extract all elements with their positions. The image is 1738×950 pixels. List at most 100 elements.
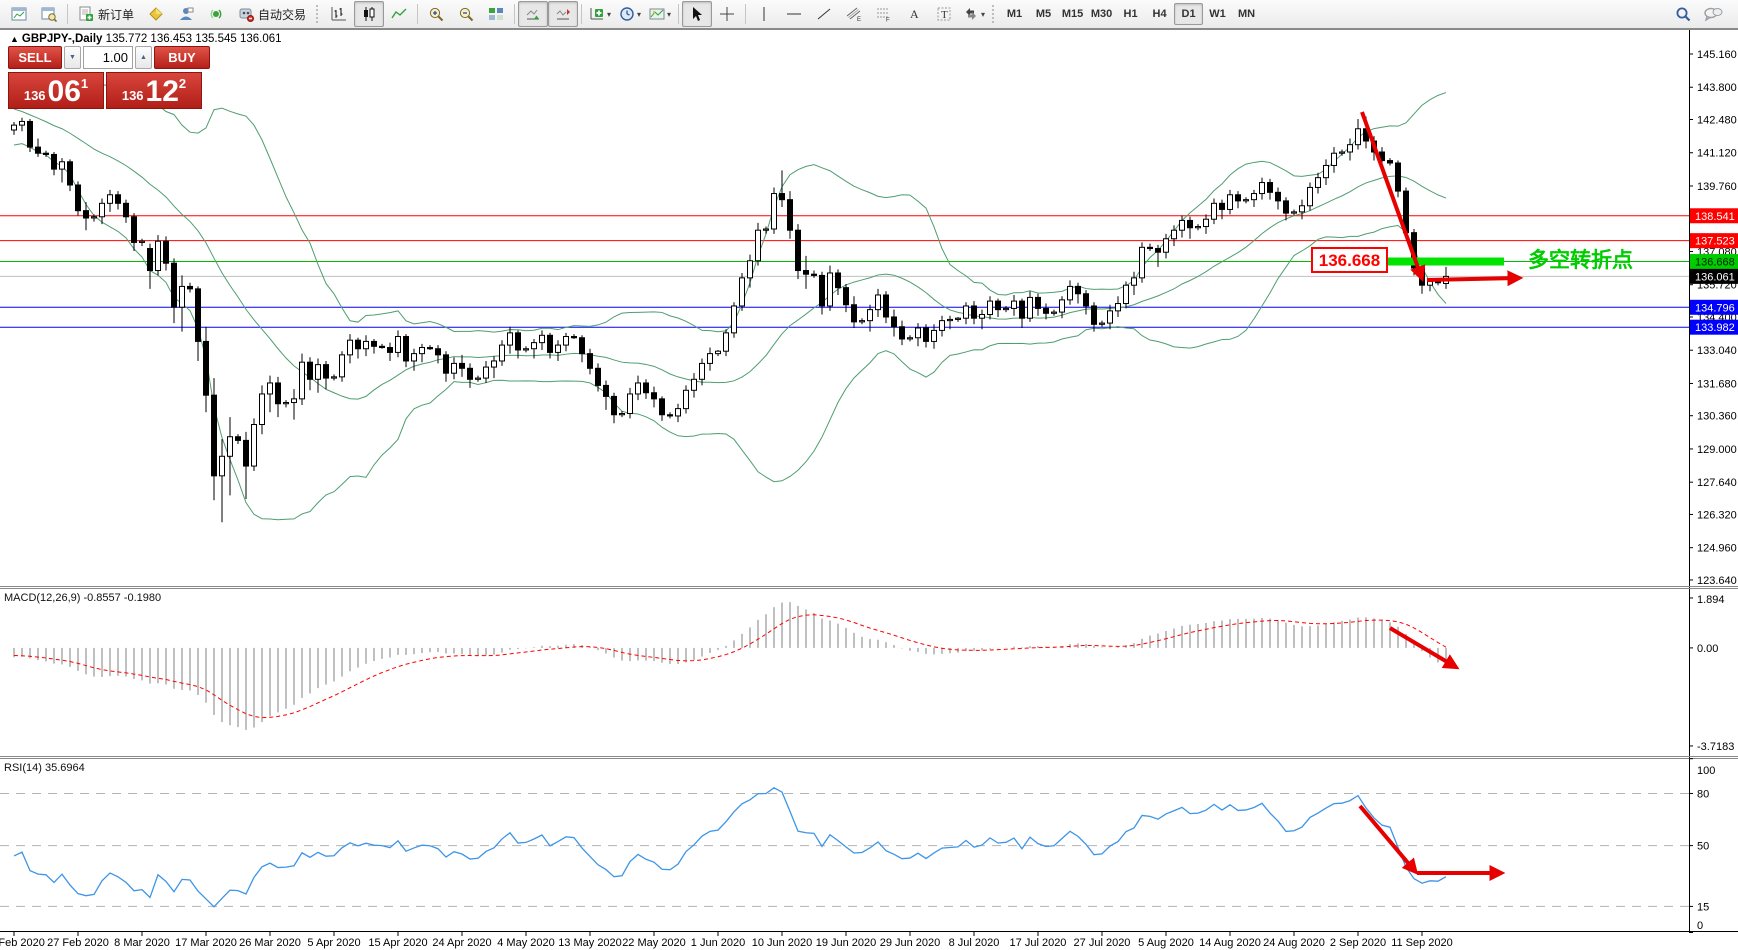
zoom-in-button[interactable] [421,1,451,27]
date-tick-label: 5 Apr 2020 [307,937,360,949]
auto-trading-button[interactable]: 自动交易 [231,1,313,27]
volume-increase-button[interactable]: ▲ [135,46,152,69]
equidistant-channel-tool-button[interactable]: E [839,1,869,27]
price-tick-label: 124.960 [1697,543,1737,555]
price-tick-label: 133.040 [1697,345,1737,357]
auto-trading-icon [239,8,255,22]
symbol-name: GBPJPY-,Daily [21,33,103,45]
vertical-line-tool-button[interactable] [749,1,779,27]
timeframe-mn-button[interactable]: MN [1232,3,1261,25]
candlestick-chart-button[interactable] [354,1,385,27]
svg-text:F: F [886,18,890,23]
crosshair-tool-button[interactable] [712,1,742,27]
horizontal-line-icon [787,13,802,15]
price-tick-label: 139.760 [1697,181,1737,193]
date-tick-label: 17 Jul 2020 [1010,937,1067,949]
trade-terminal-button[interactable] [171,1,201,27]
signals-button[interactable] [201,1,231,27]
community-chat-button[interactable] [1698,1,1728,27]
rsi-down-arrow[interactable] [1358,804,1419,875]
green-support-bar[interactable] [1388,257,1504,266]
arrows-tool-button[interactable]: ▾ [959,1,989,27]
new-order-button[interactable]: 新订单 [71,1,141,27]
timeframe-m15-button[interactable]: M15 [1058,3,1087,25]
auto-scroll-icon [526,9,540,20]
bollinger-middle-band [13,108,1447,400]
price-tick-label: 142.480 [1697,114,1737,126]
new-chart-window-button[interactable] [4,1,34,27]
price-callout-text: 136.668 [1319,251,1380,270]
market-depth-icon [149,7,163,21]
date-tick-label: 27 Feb 2020 [47,937,109,949]
cursor-tool-button[interactable] [682,1,713,27]
fibonacci-tool-button[interactable]: F [869,1,899,27]
crosshair-icon [720,7,735,21]
volume-decrease-button[interactable]: ▼ [64,46,81,69]
date-tick-label: 17 Mar 2020 [175,937,237,949]
buy-button[interactable]: BUY [154,46,210,69]
profiles-icon [41,7,57,22]
price-tag-label: 136.061 [1695,271,1735,283]
sell-price-display[interactable]: 136 06 1 [8,72,104,109]
market-depth-button[interactable] [141,1,171,27]
timeframe-m1-button[interactable]: M1 [1000,3,1029,25]
volume-input[interactable] [83,46,133,69]
chart-canvas[interactable]: 145.160143.800142.480141.120139.760138.4… [0,0,1738,950]
timeframe-m5-button[interactable]: M5 [1029,3,1058,25]
timeframe-w1-button[interactable]: W1 [1203,3,1232,25]
buy-price-display[interactable]: 136 12 2 [106,72,202,109]
date-tick-label: 18 Feb 2020 [0,937,45,949]
horizontal-line-tool-button[interactable] [779,1,809,27]
timeframe-m30-button[interactable]: M30 [1087,3,1116,25]
profiles-button[interactable] [34,1,64,27]
toolbar-gripper [316,5,321,23]
timeframe-d1-button[interactable]: D1 [1174,3,1204,25]
sell-price-prefix: 136 [23,88,46,103]
collapse-arrow-icon[interactable]: ▲ [10,34,19,44]
rsi-axis-label: 50 [1697,841,1709,853]
trendline-tool-button[interactable] [809,1,839,27]
price-tick-label: 127.640 [1697,477,1737,489]
macd-signal-line [13,614,1447,719]
bar-chart-button[interactable] [324,1,354,27]
svg-text:T: T [941,9,948,21]
line-chart-button[interactable] [384,1,414,27]
text-tool-button[interactable]: A [899,1,929,27]
templates-button[interactable]: ▾ [645,1,675,27]
search-button[interactable] [1668,1,1698,27]
date-tick-label: 29 Jun 2020 [880,937,941,949]
text-label-tool-button[interactable]: T [929,1,959,27]
channel-icon: E [846,7,861,22]
dropdown-caret: ▾ [981,9,986,19]
timeframe-h1-button[interactable]: H1 [1116,3,1145,25]
sell-button[interactable]: SELL [8,46,62,69]
price-tick-label: 126.320 [1697,509,1737,521]
indicators-button[interactable]: ▾ [585,1,615,27]
rsi-axis-label: 0 [1697,920,1703,932]
toolbar: 新订单 自动交易 ▾ ▾ ▾ E F A T ▾ M1 M5 M15 M30 H… [0,0,1738,30]
chart-window-icon [11,7,27,21]
zoom-out-button[interactable] [451,1,481,27]
periods-button[interactable]: ▾ [615,1,645,27]
trendline-icon [817,8,831,20]
add-indicator-icon [590,8,604,20]
price-tag-label: 133.982 [1695,322,1735,334]
turning-point-label[interactable]: 多空转折点 [1528,248,1633,272]
price-tick-label: 130.360 [1697,411,1737,423]
macd-down-arrow[interactable] [1388,626,1460,670]
rsi-line [13,787,1447,908]
tile-windows-button[interactable] [481,1,511,27]
auto-scroll-button[interactable] [518,1,549,27]
price-tick-label: 129.000 [1697,444,1737,456]
rsi-panel [0,787,1689,908]
rsi-axis-label: 80 [1697,788,1709,800]
date-tick-label: 24 Apr 2020 [432,937,491,949]
trader-icon [180,7,194,20]
clock-icon [620,7,634,21]
main-right-arrow[interactable] [1426,270,1524,287]
fibonacci-icon: F [877,8,890,23]
chart-shift-button[interactable] [548,1,579,27]
timeframe-h4-button[interactable]: H4 [1145,3,1174,25]
new-order-icon [79,6,93,21]
toolbar-separator [514,4,516,24]
